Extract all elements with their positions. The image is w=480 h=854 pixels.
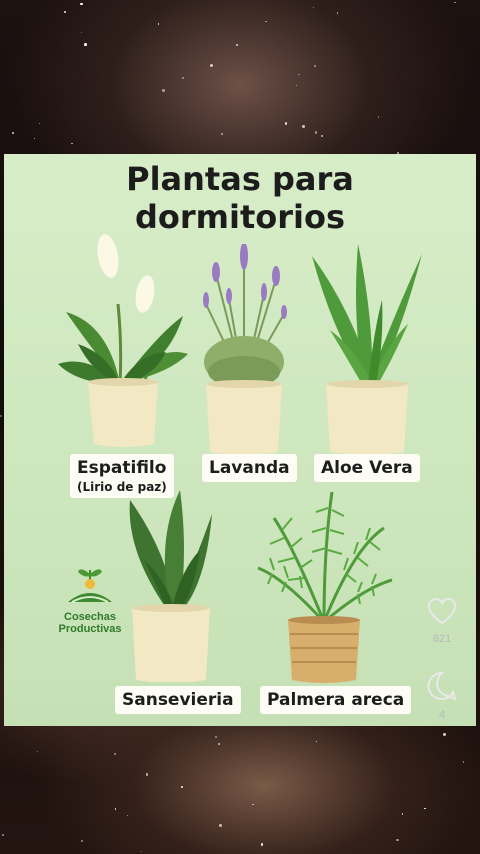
star xyxy=(162,89,165,92)
star xyxy=(84,42,88,46)
plant-label-sansevieria: Sansevieria xyxy=(115,686,241,714)
comment-count: 4 xyxy=(438,709,446,721)
logo-text-line2: Productivas xyxy=(58,623,122,635)
star xyxy=(33,137,35,139)
plant-label-espatifilo: Espatifilo (Lirio de paz) xyxy=(70,454,174,498)
star xyxy=(180,785,184,789)
star xyxy=(315,740,318,743)
star xyxy=(314,131,318,134)
star xyxy=(298,73,301,76)
star xyxy=(39,122,41,124)
infographic-card: Plantas para dormitorios Espatifilo (Lir… xyxy=(4,154,476,726)
star xyxy=(336,12,338,14)
star xyxy=(314,65,317,68)
star xyxy=(423,807,426,810)
star xyxy=(265,20,267,23)
comment-icon[interactable] xyxy=(426,670,458,702)
espatifilo-plant-image xyxy=(58,234,188,447)
star xyxy=(210,64,214,68)
palmera-areca-plant-image xyxy=(257,491,393,683)
star xyxy=(312,6,314,8)
star xyxy=(145,773,149,776)
star xyxy=(181,77,184,80)
plant-label-lavanda: Lavanda xyxy=(202,454,297,482)
star xyxy=(462,761,465,763)
star xyxy=(377,116,380,118)
star xyxy=(296,84,298,86)
star xyxy=(1,833,5,836)
star xyxy=(140,850,142,852)
star xyxy=(221,133,224,136)
aloe-vera-plant-image xyxy=(312,244,422,454)
star xyxy=(0,415,2,417)
like-action[interactable]: 621 xyxy=(424,596,460,645)
star xyxy=(236,44,238,46)
star xyxy=(396,838,399,842)
star xyxy=(79,2,83,6)
star xyxy=(252,803,254,805)
star xyxy=(11,131,15,134)
like-count: 621 xyxy=(432,633,452,645)
logo-text-line1: Cosechas xyxy=(64,611,116,623)
star xyxy=(114,808,117,810)
star xyxy=(284,122,288,125)
star xyxy=(70,142,73,145)
star xyxy=(454,1,456,4)
star xyxy=(401,812,404,815)
card-title: Plantas para dormitorios xyxy=(4,160,476,236)
star xyxy=(302,124,306,128)
star xyxy=(63,10,67,14)
sprout-logo-icon xyxy=(68,569,112,603)
star xyxy=(443,733,446,736)
star xyxy=(260,843,263,846)
title-line-2: dormitorios xyxy=(134,198,346,236)
star xyxy=(321,134,324,137)
star xyxy=(81,839,84,842)
star xyxy=(219,823,222,827)
star xyxy=(218,743,221,746)
title-line-1: Plantas para xyxy=(126,160,354,198)
espatifilo-subtitle: (Lirio de paz) xyxy=(77,480,167,494)
star xyxy=(158,23,160,25)
star xyxy=(80,31,82,34)
espatifilo-name: Espatifilo xyxy=(77,458,167,478)
heart-icon[interactable] xyxy=(426,596,458,626)
lavanda-plant-image xyxy=(203,244,287,454)
star xyxy=(114,753,116,756)
star xyxy=(127,814,129,816)
cosechas-productivas-logo: Cosechas Productivas xyxy=(50,562,130,635)
star xyxy=(215,736,217,738)
plant-label-palmera-areca: Palmera areca xyxy=(260,686,412,714)
plant-label-aloe-vera: Aloe Vera xyxy=(314,454,420,482)
comment-action[interactable]: 4 xyxy=(424,670,460,721)
sansevieria-plant-image xyxy=(129,490,212,682)
star xyxy=(36,750,39,752)
